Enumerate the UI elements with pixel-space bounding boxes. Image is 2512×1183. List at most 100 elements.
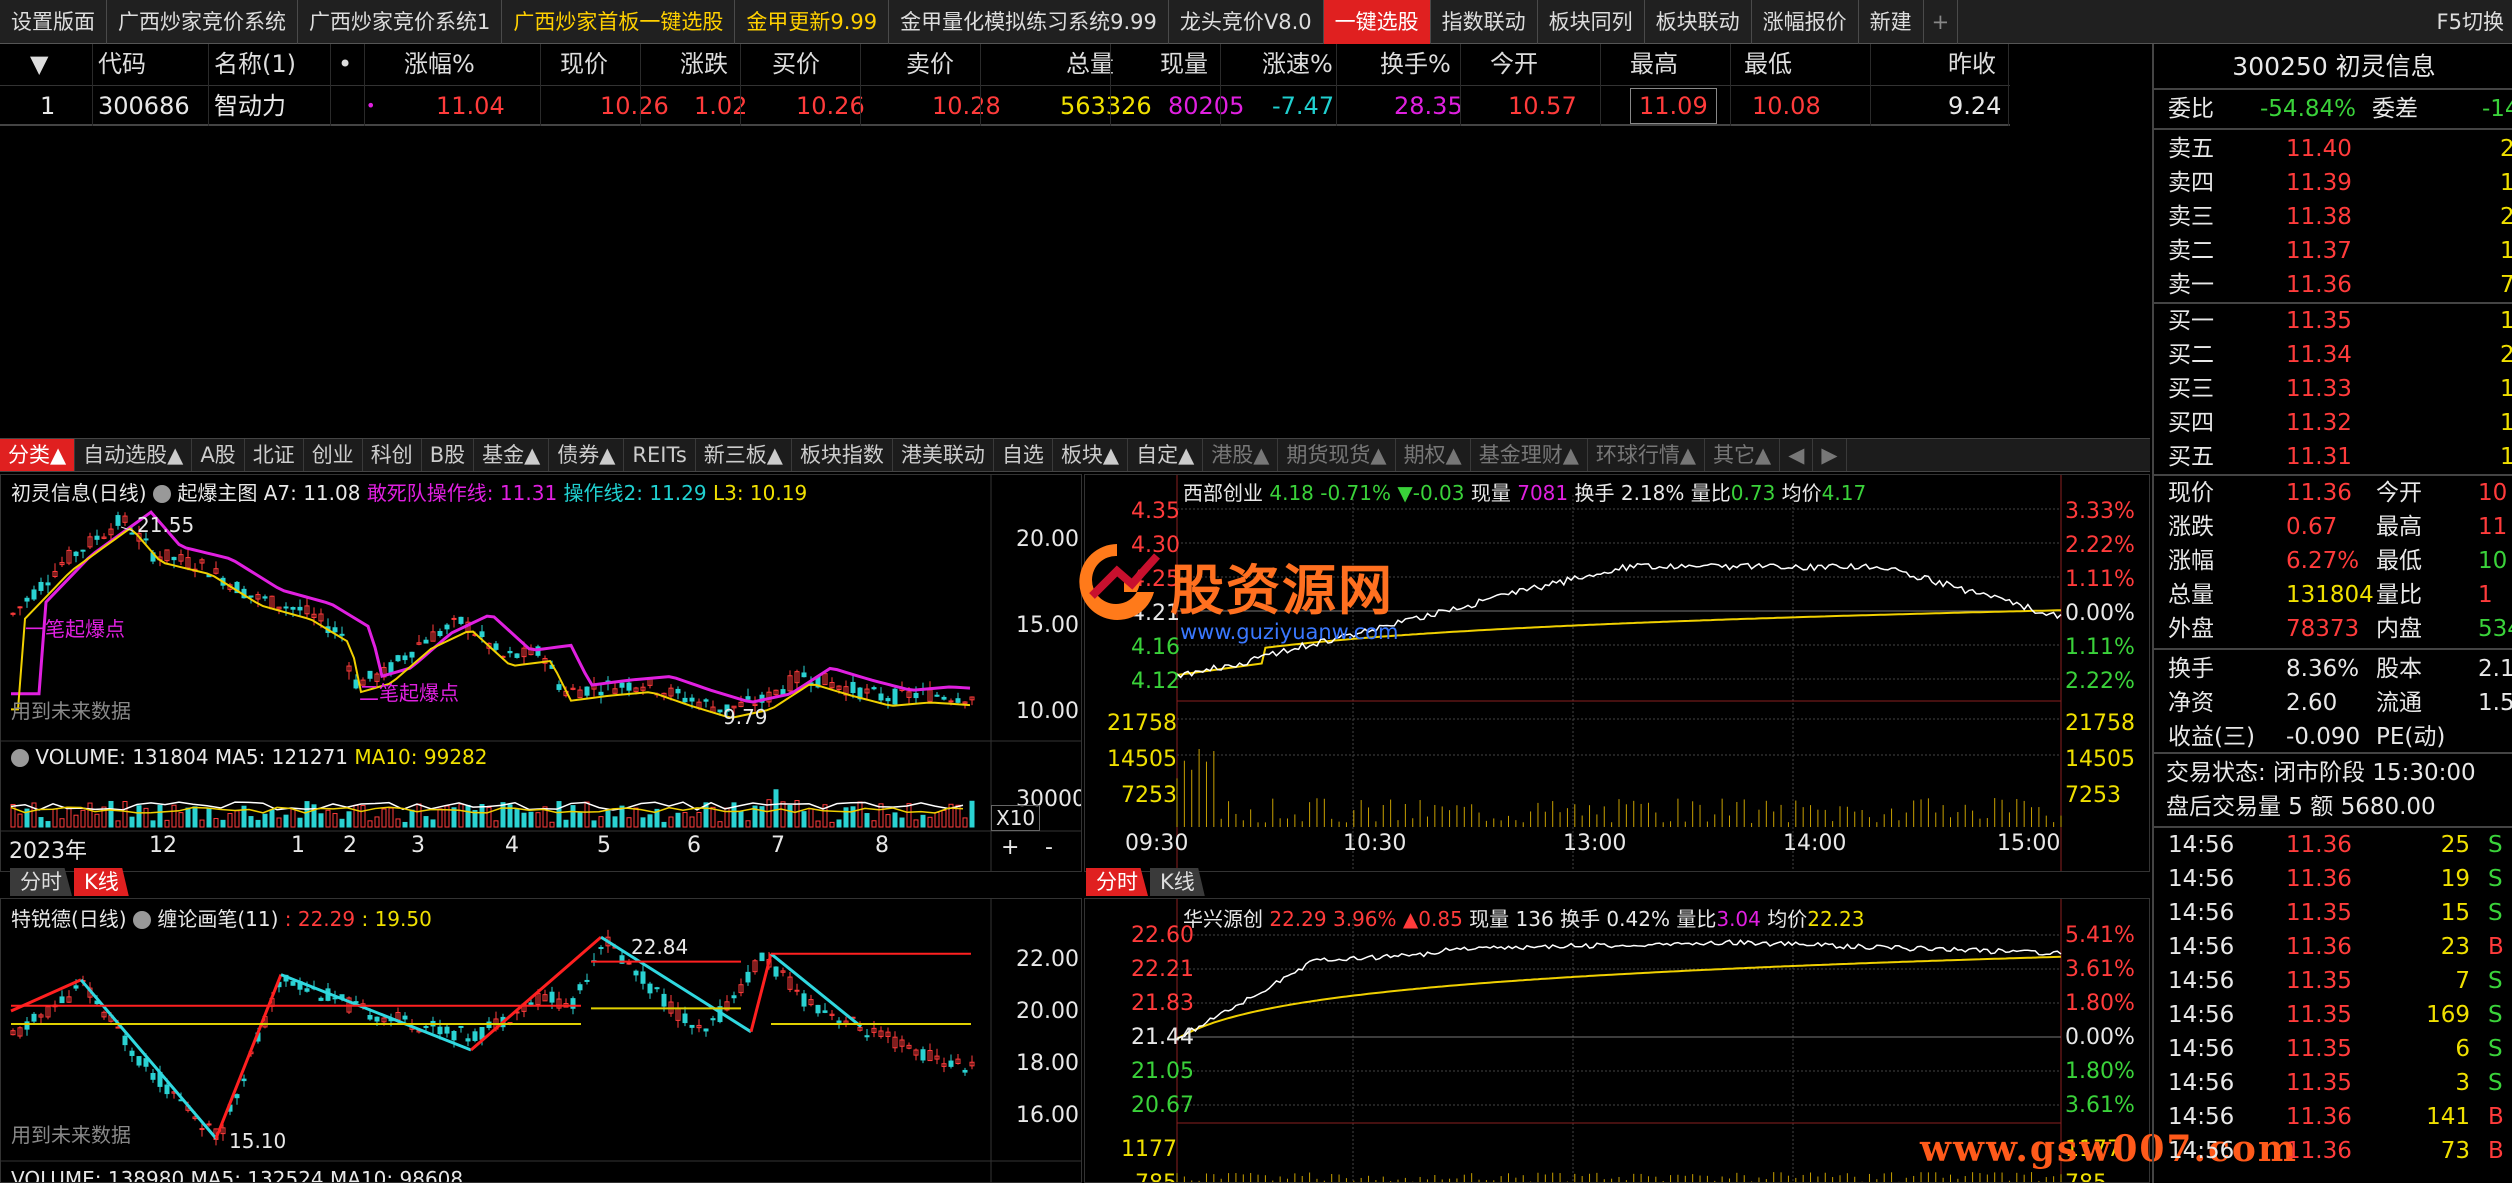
kline-chart-2[interactable]: 特锐德(日线) 缠论画笔(11) : 22.29 : 19.50 22.00 2…	[0, 898, 1082, 1183]
order-book-row[interactable]: 买五 11.31 1	[2154, 440, 2512, 474]
pct-tick-right: 2.22%	[2065, 669, 2135, 694]
vol-toggle-icon[interactable]	[11, 749, 29, 767]
col-header-13[interactable]: 今开	[1490, 44, 1538, 85]
stat-cell: 股本	[2376, 656, 2422, 682]
indicator-toggle-icon[interactable]	[132, 911, 151, 929]
col-header-1[interactable]: 代码	[98, 44, 146, 85]
volume-ratio-label: 量比	[1676, 907, 1717, 931]
top-tab-10[interactable]: 板块联动	[1645, 0, 1752, 44]
category-tab-9[interactable]: REITs	[624, 439, 696, 471]
order-book-row[interactable]: 买一 11.35 1	[2154, 304, 2512, 338]
vol-unit-button[interactable]: X10	[991, 805, 1041, 831]
category-tab-2[interactable]: A股	[192, 439, 245, 471]
order-book-row[interactable]: 买三 11.33 1	[2154, 372, 2512, 406]
col-header-3[interactable]: •	[338, 44, 352, 85]
top-tab-0[interactable]: 设置版面	[0, 0, 107, 44]
category-tab-5[interactable]: 科创	[363, 439, 422, 471]
col-header-0[interactable]: ▼	[30, 44, 48, 85]
category-tab-8[interactable]: 债券▲	[549, 439, 625, 471]
col-header-4[interactable]: 涨幅%	[404, 44, 475, 85]
top-tab-11[interactable]: 涨幅报价	[1752, 0, 1859, 44]
category-tab-19[interactable]: 基金理财▲	[1471, 439, 1588, 471]
column-divider	[980, 44, 981, 126]
category-tab-23[interactable]: ▶	[1813, 439, 1847, 471]
order-book-row[interactable]: 买二 11.34 2	[2154, 338, 2512, 372]
indicator-toggle-icon[interactable]	[152, 485, 171, 503]
category-tab-12[interactable]: 港美联动	[893, 439, 994, 471]
col-header-8[interactable]: 卖价	[906, 44, 954, 85]
tab-kline[interactable]: K线	[1150, 868, 1205, 896]
col-header-14[interactable]: 最高	[1630, 44, 1678, 85]
col-header-9[interactable]: 总量	[1066, 44, 1114, 85]
order-book-row[interactable]: 卖四 11.39 1	[2154, 166, 2512, 200]
table-row[interactable]: 1 300686 智动力 • 11.04 10.26 1.02 10.26 10.28 56332…	[0, 86, 2010, 126]
order-book-row[interactable]: 买四 11.32 1	[2154, 406, 2512, 440]
order-book-row[interactable]: 卖五 11.40 2	[2154, 132, 2512, 166]
category-tab-16[interactable]: 港股▲	[1203, 439, 1279, 471]
top-tab-8[interactable]: 指数联动	[1431, 0, 1538, 44]
stat-cell: 534	[2478, 616, 2512, 642]
cell-14: 11.09	[1630, 88, 1717, 124]
col-header-6[interactable]: 涨跌	[680, 44, 728, 85]
category-tab-6[interactable]: B股	[422, 439, 475, 471]
order-book-row[interactable]: 卖三 11.38 2	[2154, 200, 2512, 234]
category-tab-11[interactable]: 板块指数	[792, 439, 893, 471]
tick-volume: 6	[2455, 1036, 2470, 1062]
indicator-name: 起爆主图	[177, 481, 258, 505]
category-tab-17[interactable]: 期货现货▲	[1278, 439, 1396, 471]
col-header-10[interactable]: 现量	[1160, 44, 1208, 85]
top-tab-12[interactable]: 新建	[1859, 0, 1924, 44]
top-tab-4[interactable]: 金甲更新9.99	[735, 0, 890, 44]
category-tab-21[interactable]: 其它▲	[1705, 439, 1781, 471]
tick-volume: 3	[2455, 1070, 2470, 1096]
stat-cell: 内盘	[2376, 616, 2422, 642]
top-tab-3[interactable]: 广西炒家首板一键选股	[502, 0, 736, 44]
category-tab-14[interactable]: 板块▲	[1053, 439, 1129, 471]
category-tab-22[interactable]: ◀	[1780, 439, 1814, 471]
category-tab-1[interactable]: 自动选股▲	[75, 439, 193, 471]
tab-intraday[interactable]: 分时	[10, 868, 72, 896]
top-tab-6[interactable]: 龙头竞价V8.0	[1169, 0, 1324, 44]
kline-title: 初灵信息(日线)	[11, 481, 147, 505]
order-book-row[interactable]: 卖二 11.37 1	[2154, 234, 2512, 268]
category-tab-0[interactable]: 分类▲	[0, 439, 76, 471]
col-header-7[interactable]: 买价	[772, 44, 820, 85]
price-tick-left: 20.67	[1131, 1093, 1194, 1118]
category-tab-3[interactable]: 北证	[245, 439, 304, 471]
col-header-11[interactable]: 涨速%	[1262, 44, 1333, 85]
tick-price: 11.36	[2286, 832, 2352, 858]
top-tab-2[interactable]: 广西炒家竞价系统1	[298, 0, 503, 44]
top-tab-5[interactable]: 金甲量化模拟练习系统9.99	[889, 0, 1169, 44]
tab-intraday[interactable]: 分时	[1086, 868, 1148, 896]
annotation-2: 二笔起爆点	[359, 681, 459, 705]
top-tab-1[interactable]: 广西炒家竞价系统	[107, 0, 298, 44]
category-tab-13[interactable]: 自选	[994, 439, 1053, 471]
order-book-row[interactable]: 卖一 11.36 7	[2154, 268, 2512, 302]
top-tab-7[interactable]: 一键选股	[1323, 0, 1431, 44]
category-tab-18[interactable]: 期权▲	[1396, 439, 1471, 471]
category-tab-7[interactable]: 基金▲	[474, 439, 550, 471]
tick-side: S	[2488, 900, 2503, 926]
intraday-chart-1[interactable]: 西部创业 4.18 -0.71% ▼-0.03 现量 7081 换手 2.18%…	[1084, 474, 2150, 872]
pct-tick-right: 3.33%	[2065, 499, 2135, 524]
category-tab-4[interactable]: 创业	[304, 439, 363, 471]
col-header-12[interactable]: 换手%	[1380, 44, 1451, 85]
stat-cell: 净资	[2168, 690, 2214, 716]
f5-switch-button[interactable]: F5切换	[2437, 0, 2504, 44]
col-header-16[interactable]: 昨收	[1948, 44, 1996, 85]
col-header-5[interactable]: 现价	[560, 44, 608, 85]
col-header-2[interactable]: 名称(1)	[214, 44, 296, 85]
category-tab-10[interactable]: 新三板▲	[696, 439, 792, 471]
col-header-15[interactable]: 最低	[1744, 44, 1792, 85]
top-tab-9[interactable]: 板块同列	[1538, 0, 1645, 44]
zoom-in-button[interactable]: +	[1001, 835, 1019, 860]
category-tab-15[interactable]: 自定▲	[1128, 439, 1204, 471]
category-tab-20[interactable]: 环球行情▲	[1588, 439, 1706, 471]
ma10-label: MA10: 99282	[354, 745, 488, 769]
top-tab-13[interactable]: +	[1924, 0, 1959, 44]
zoom-out-button[interactable]: -	[1045, 835, 1053, 860]
tab-kline[interactable]: K线	[74, 868, 129, 896]
divider	[2154, 648, 2512, 650]
cell-10: 80205	[1168, 92, 1245, 120]
kline-chart-1[interactable]: 初灵信息(日线) 起爆主图 A7: 11.08 敢死队操作线: 11.31 操作…	[0, 474, 1082, 872]
